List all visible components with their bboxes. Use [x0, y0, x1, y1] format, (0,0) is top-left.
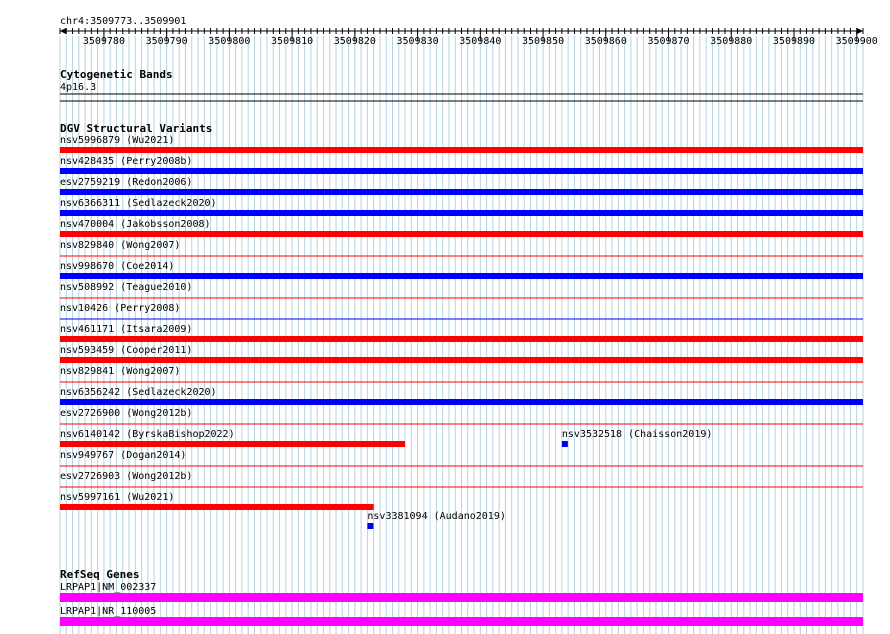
- region-label: chr4:3509773..3509901: [60, 16, 186, 27]
- ruler-right-arrow: [857, 28, 863, 34]
- gene-bar[interactable]: [60, 617, 863, 626]
- variant-bar[interactable]: [60, 504, 374, 510]
- ruler-left-arrow: [60, 28, 66, 34]
- variant-bar[interactable]: [60, 273, 863, 279]
- track-title: Cytogenetic Bands: [60, 68, 173, 81]
- variant-label: esv2759219 (Redon2006): [60, 177, 192, 188]
- ruler-tick-label: 3509820: [334, 36, 376, 47]
- variant-label: nsv6140142 (ByrskaBishop2022): [60, 429, 235, 440]
- ruler-tick-label: 3509810: [271, 36, 313, 47]
- ruler-tick-label: 3509900: [836, 36, 878, 47]
- ruler-tick-label: 3509780: [83, 36, 125, 47]
- track-title: DGV Structural Variants: [60, 122, 212, 135]
- ruler-tick-label: 3509860: [585, 36, 627, 47]
- variant-label: nsv461171 (Itsara2009): [60, 324, 192, 335]
- ruler-tick-label: 3509880: [710, 36, 752, 47]
- variant-bar[interactable]: [60, 210, 863, 216]
- variant-label: nsv949767 (Dogan2014): [60, 450, 186, 461]
- ruler: chr4:3509773..3509901 3509780 3509790 3509…: [59, 16, 878, 47]
- variant-label: nsv428435 (Perry2008b): [60, 156, 192, 167]
- variant-bar[interactable]: [60, 336, 863, 342]
- gene-bar[interactable]: [60, 593, 863, 602]
- variant-bar[interactable]: [60, 231, 863, 237]
- variant-label: esv2726903 (Wong2012b): [60, 471, 192, 482]
- ruler-tick-label: 3509890: [773, 36, 815, 47]
- variant-bar[interactable]: [60, 357, 863, 363]
- variant-bar[interactable]: [367, 523, 374, 529]
- ruler-tick-label: 3509850: [522, 36, 564, 47]
- variant-label: nsv829841 (Wong2007): [60, 366, 180, 377]
- variant-bar[interactable]: [60, 168, 863, 174]
- variant-label: nsv3532518 (Chaisson2019): [562, 429, 713, 440]
- variant-label: nsv508992 (Teague2010): [60, 282, 192, 293]
- ruler-tick-label: 3509800: [208, 36, 250, 47]
- variant-label: nsv3381094 (Audano2019): [367, 511, 505, 522]
- variant-label: nsv6366311 (Sedlazeck2020): [60, 198, 217, 209]
- variant-bar[interactable]: [60, 147, 863, 153]
- cytoband-label: 4p16.3: [60, 82, 96, 93]
- track-title: RefSeq Genes: [60, 568, 139, 581]
- variant-label: nsv470004 (Jakobsson2008): [60, 219, 211, 230]
- variant-bar[interactable]: [60, 441, 406, 447]
- gene-label: LRPAP1|NM_002337: [60, 582, 156, 593]
- variant-label: nsv6356242 (Sedlazeck2020): [60, 387, 217, 398]
- variant-bar[interactable]: [60, 399, 863, 405]
- ruler-tick-label: 3509840: [459, 36, 501, 47]
- variant-label: nsv5997161 (Wu2021): [60, 492, 174, 503]
- variant-label: nsv10426 (Perry2008): [60, 303, 180, 314]
- variant-label: esv2726900 (Wong2012b): [60, 408, 192, 419]
- variant-label: nsv998670 (Coe2014): [60, 261, 174, 272]
- gene-label: LRPAP1|NR_110005: [60, 606, 156, 617]
- variant-label: nsv5996879 (Wu2021): [60, 135, 174, 146]
- ruler-tick-label: 3509790: [146, 36, 188, 47]
- variant-bar[interactable]: [60, 189, 863, 195]
- ruler-tick-label: 3509830: [397, 36, 439, 47]
- variant-label: nsv593459 (Cooper2011): [60, 345, 192, 356]
- variant-bar[interactable]: [561, 441, 568, 447]
- ruler-tick-label: 3509870: [647, 36, 689, 47]
- genome-browser-view: chr4:3509773..3509901 3509780 3509790 3509…: [59, 16, 878, 634]
- variant-label: nsv829840 (Wong2007): [60, 240, 180, 251]
- ruler-major-ticks: 3509780 3509790 3509800 3509810 3509820 35098…: [83, 31, 878, 47]
